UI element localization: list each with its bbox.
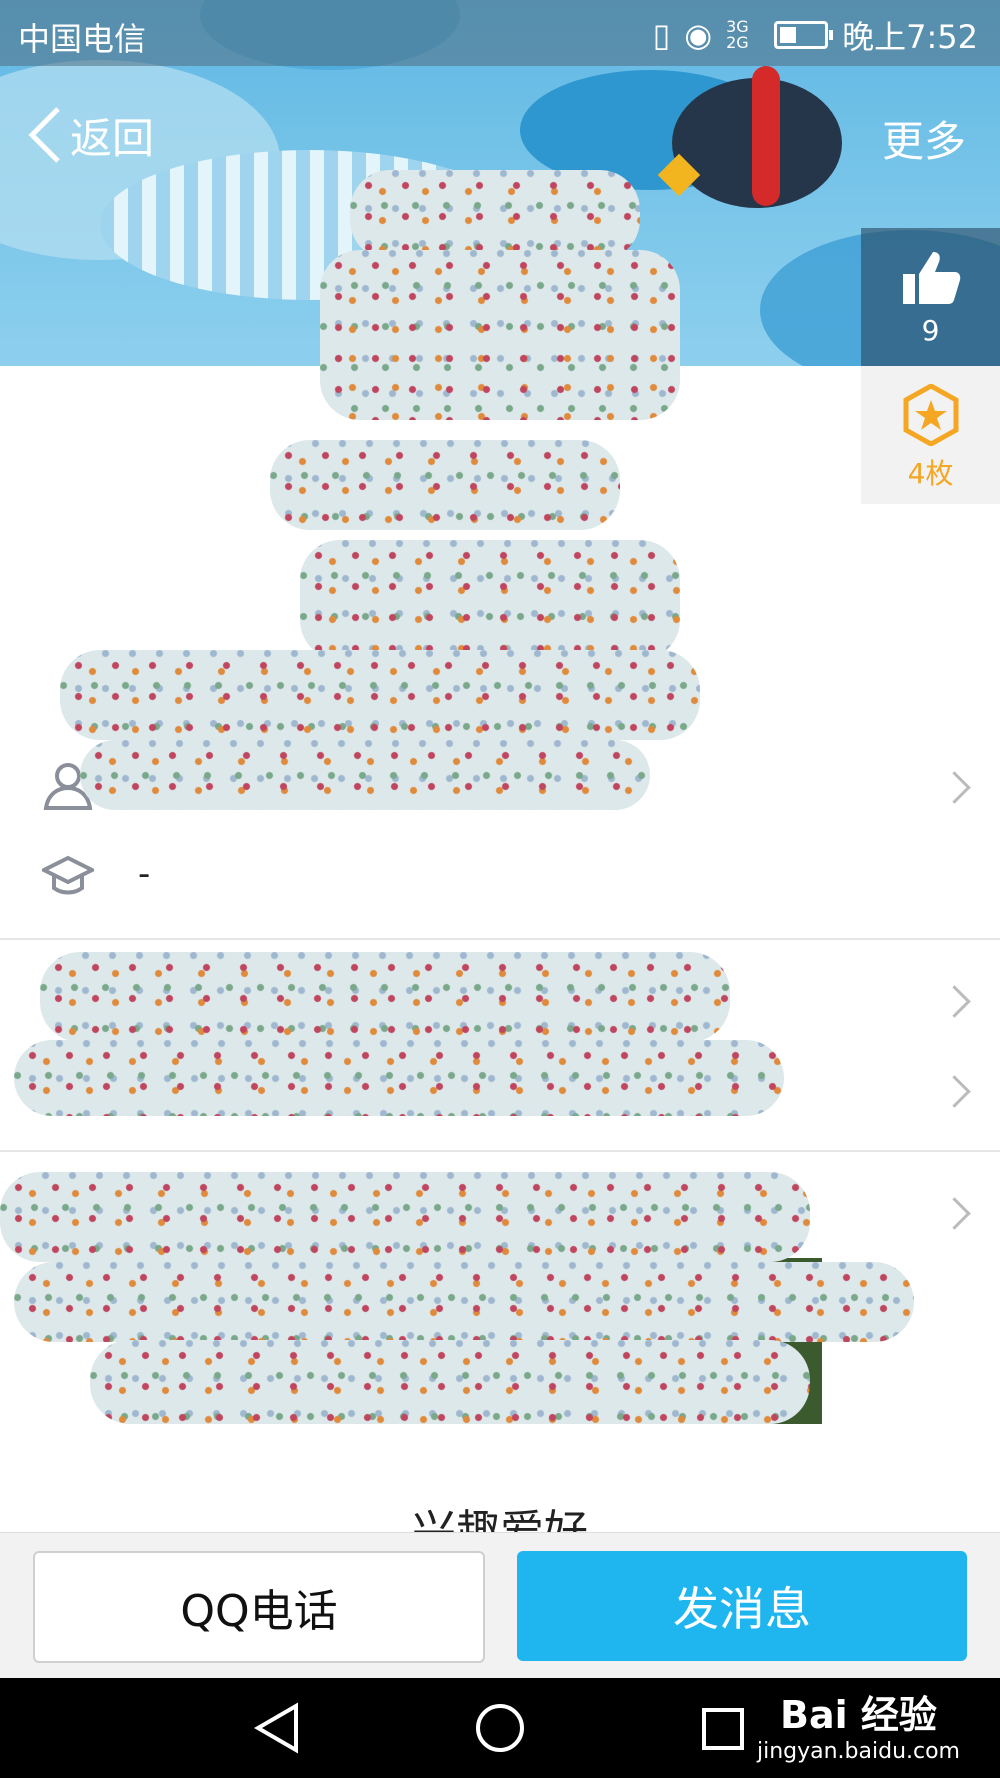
chevron-right-icon <box>938 1075 971 1108</box>
interests-section-title: 兴趣爱好 <box>412 1506 588 1532</box>
more-button[interactable]: 更多 <box>882 108 966 169</box>
signal-icon: 3G 2G <box>726 17 749 52</box>
clock-label: 晚上7:52 <box>842 18 978 56</box>
redaction-scribble <box>14 1262 914 1342</box>
chevron-left-icon <box>28 107 60 163</box>
chevron-right-icon <box>938 771 971 804</box>
back-triangle-icon[interactable] <box>252 1702 302 1754</box>
redaction-scribble <box>270 440 620 530</box>
qq-call-button[interactable]: QQ电话 <box>33 1551 485 1663</box>
watermark-brand: Bai 经验 <box>780 1693 937 1737</box>
baidu-watermark: Bai 经验 jingyan.baidu.com <box>757 1684 960 1764</box>
chevron-right-icon <box>938 1197 971 1230</box>
back-label: 返回 <box>70 113 155 163</box>
redaction-scribble <box>60 650 700 740</box>
medal-star-icon <box>903 383 958 447</box>
carrier-label: 中国电信 <box>18 20 147 58</box>
like-button[interactable]: 9 <box>861 228 1000 366</box>
vibrate-icon: ▯ <box>652 16 671 54</box>
send-message-button[interactable]: 发消息 <box>517 1551 967 1661</box>
redaction-scribble <box>14 1040 784 1116</box>
divider <box>0 1150 1000 1152</box>
divider <box>0 938 1000 940</box>
education-row: - <box>0 832 1000 920</box>
thumbs-up-icon <box>902 252 960 304</box>
redaction-scribble <box>90 1340 810 1424</box>
redaction-scribble <box>40 952 730 1042</box>
bottom-action-bar: QQ电话 发消息 <box>0 1532 1000 1679</box>
redaction-scribble <box>300 540 680 660</box>
battery-icon <box>774 21 834 49</box>
back-button[interactable]: 返回 <box>28 100 154 170</box>
redaction-scribble <box>80 740 650 810</box>
graduation-cap-icon <box>42 855 94 895</box>
medal-button[interactable]: 4枚 <box>861 366 1000 504</box>
redaction-scribble <box>0 1172 810 1262</box>
medal-count: 4枚 <box>907 457 954 490</box>
status-bar: 中国电信 ▯ ◉ 3G 2G 晚上7:52 <box>0 0 1000 66</box>
education-value: - <box>138 854 151 894</box>
eye-icon: ◉ <box>684 16 713 54</box>
redaction-scribble <box>320 250 680 420</box>
like-count: 9 <box>921 314 940 347</box>
chevron-right-icon <box>938 985 971 1018</box>
redaction-scribble <box>350 170 640 260</box>
watermark-url: jingyan.baidu.com <box>756 1739 960 1764</box>
home-circle-icon[interactable] <box>474 1702 526 1754</box>
recents-square-icon[interactable] <box>700 1706 746 1752</box>
system-nav-bar: Bai 经验 jingyan.baidu.com <box>0 1678 1000 1778</box>
